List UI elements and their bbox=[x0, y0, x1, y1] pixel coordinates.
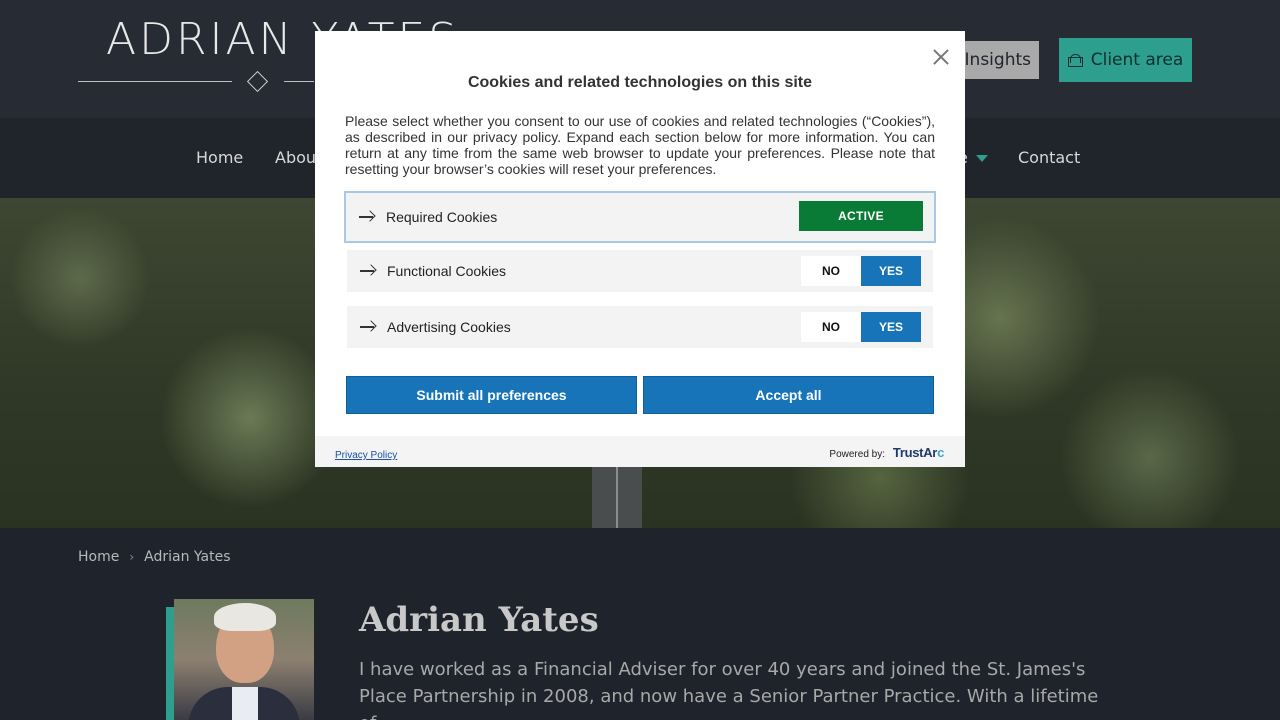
pref-label-required: Required Cookies bbox=[386, 209, 498, 225]
functional-no-button[interactable]: NO bbox=[801, 256, 861, 286]
modal-footer: Privacy Policy Powered by: TrustArc bbox=[315, 436, 965, 467]
required-active-badge: ACTIVE bbox=[799, 201, 923, 231]
advertising-yes-button[interactable]: YES bbox=[861, 312, 921, 342]
pref-row-advertising[interactable]: Advertising Cookies NO YES bbox=[347, 306, 933, 348]
close-icon[interactable] bbox=[931, 47, 951, 67]
pref-row-required[interactable]: Required Cookies ACTIVE bbox=[344, 191, 936, 243]
modal-description: Please select whether you consent to our… bbox=[345, 113, 935, 177]
arrow-right-icon bbox=[359, 211, 375, 223]
trustarc-logo[interactable]: TrustArc bbox=[893, 445, 944, 460]
functional-yes-button[interactable]: YES bbox=[861, 256, 921, 286]
advertising-no-button[interactable]: NO bbox=[801, 312, 861, 342]
pref-label-functional: Functional Cookies bbox=[387, 263, 507, 279]
advertising-toggle: NO YES bbox=[801, 312, 923, 342]
submit-preferences-button[interactable]: Submit all preferences bbox=[346, 376, 637, 414]
arrow-right-icon bbox=[360, 321, 376, 333]
cookie-consent-dialog: Cookies and related technologies on this… bbox=[315, 31, 965, 467]
accept-all-button[interactable]: Accept all bbox=[643, 376, 934, 414]
pref-label-advertising: Advertising Cookies bbox=[387, 319, 511, 335]
arrow-right-icon bbox=[360, 265, 376, 277]
privacy-policy-link[interactable]: Privacy Policy bbox=[335, 450, 397, 461]
functional-toggle: NO YES bbox=[801, 256, 923, 286]
trustarc-logo-accent: c bbox=[937, 445, 944, 460]
pref-row-functional[interactable]: Functional Cookies NO YES bbox=[347, 250, 933, 292]
trustarc-logo-main: TrustAr bbox=[892, 445, 938, 460]
modal-title: Cookies and related technologies on this… bbox=[467, 74, 813, 91]
powered-by-label: Powered by: bbox=[829, 449, 885, 460]
